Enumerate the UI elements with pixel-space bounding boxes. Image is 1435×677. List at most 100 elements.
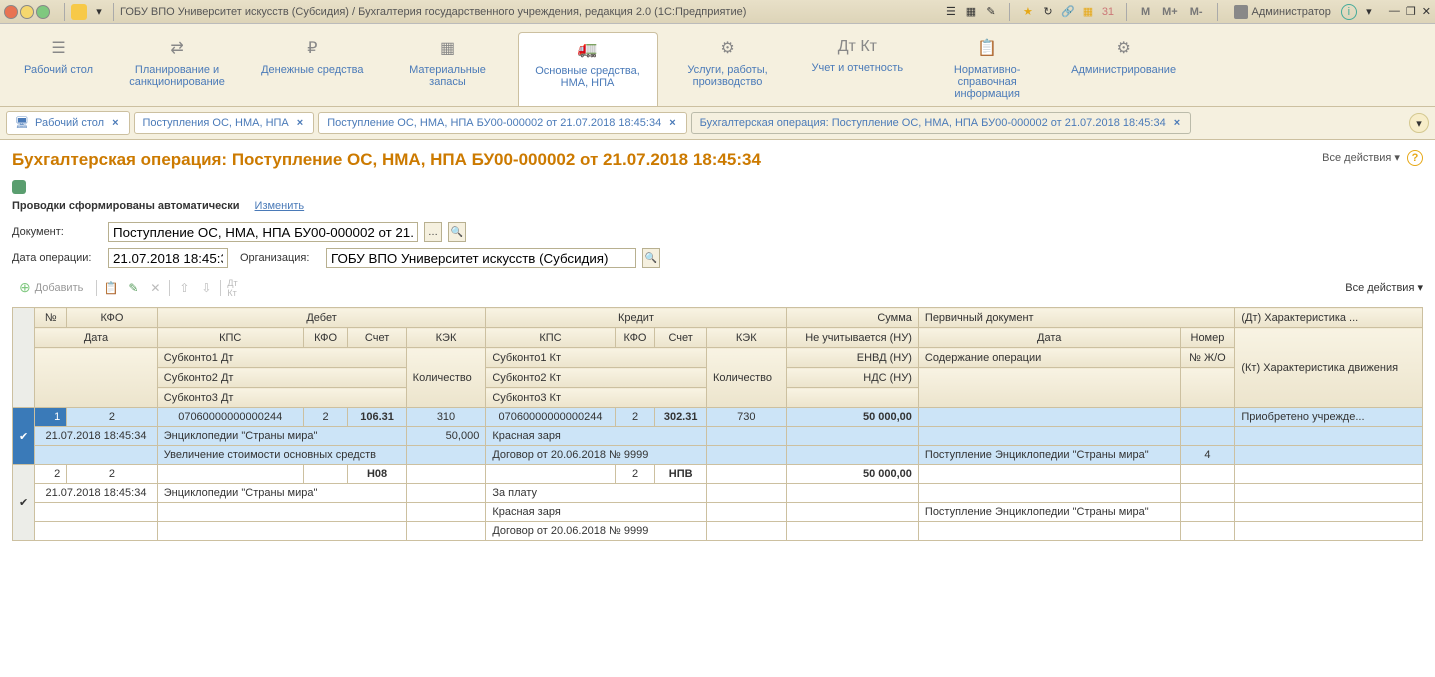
- close-tab-icon[interactable]: ×: [1172, 117, 1182, 129]
- money-icon: ₽: [261, 38, 363, 58]
- dropdown-icon[interactable]: ▾: [1361, 4, 1377, 20]
- ledger-icon: Дт Кт: [812, 38, 904, 56]
- toolbar-icon[interactable]: ▦: [963, 4, 979, 20]
- dtkt-icon[interactable]: Дт Кт: [227, 280, 243, 296]
- table-row[interactable]: Увеличение стоимости основных средств До…: [13, 446, 1423, 465]
- entries-grid[interactable]: № КФО Дебет Кредит Сумма Первичный докум…: [12, 307, 1423, 541]
- minimize-window-button[interactable]: [20, 5, 34, 19]
- table-row[interactable]: 21.07.2018 18:45:34 Энциклопедии "Страны…: [13, 427, 1423, 446]
- table-row[interactable]: ✔ 1 2 07060000000000244 2 106.31 310 070…: [13, 408, 1423, 427]
- app-logo-icon: [71, 4, 87, 20]
- minimize-icon[interactable]: —: [1389, 5, 1400, 18]
- boxes-icon: ▦: [392, 38, 504, 58]
- mac-window-controls: [4, 5, 50, 19]
- nav-services[interactable]: ⚙Услуги, работы, производство: [658, 32, 798, 106]
- gear-icon: ⚙: [1071, 38, 1176, 58]
- tab-bar: 🖥 Рабочий стол × Поступления ОС, НМА, НП…: [0, 107, 1435, 140]
- close-tab-icon[interactable]: ×: [667, 117, 677, 129]
- doc-label: Документ:: [12, 226, 102, 238]
- chevron-down-icon: ▾: [1416, 117, 1422, 130]
- window-title: ГОБУ ВПО Университет искусств (Субсидия)…: [120, 6, 943, 18]
- title-bar: ▾ ГОБУ ВПО Университет искусств (Субсиди…: [0, 0, 1435, 24]
- nav-materials[interactable]: ▦Материальные запасы: [378, 32, 518, 106]
- calendar-icon[interactable]: 31: [1100, 4, 1116, 20]
- col-num[interactable]: №: [35, 308, 67, 328]
- delete-icon[interactable]: ✕: [147, 280, 163, 296]
- tab-menu-button[interactable]: ▾: [1409, 113, 1429, 133]
- nav-money[interactable]: ₽Денежные средства: [247, 32, 377, 106]
- close-tab-icon[interactable]: ×: [110, 117, 120, 129]
- tab-receipt-doc[interactable]: Поступление ОС, НМА, НПА БУ00-000002 от …: [318, 112, 686, 134]
- grid-toolbar: ⊕Добавить 📋 ✎ ✕ ⇧ ⇩ Дт Кт Все действия ▾: [12, 276, 1423, 299]
- change-link[interactable]: Изменить: [255, 200, 305, 212]
- org-input[interactable]: [326, 248, 636, 268]
- m-minus-button[interactable]: M-: [1186, 6, 1207, 18]
- schedule-icon: ⇄: [121, 38, 233, 58]
- calculator-icon[interactable]: ▦: [1080, 4, 1096, 20]
- tab-accounting-op[interactable]: Бухгалтерская операция: Поступление ОС, …: [691, 112, 1192, 134]
- status-line: Проводки сформированы автоматически Изме…: [12, 200, 1423, 212]
- col-sum[interactable]: Сумма: [786, 308, 918, 328]
- star-icon[interactable]: ★: [1020, 4, 1036, 20]
- maximize-window-button[interactable]: [36, 5, 50, 19]
- plus-icon: ⊕: [19, 279, 31, 296]
- tab-desktop[interactable]: 🖥 Рабочий стол ×: [6, 111, 130, 135]
- status-text: Проводки сформированы автоматически: [12, 200, 239, 212]
- col-debit[interactable]: Дебет: [157, 308, 486, 328]
- page-title: Бухгалтерская операция: Поступление ОС, …: [12, 150, 1423, 170]
- copy-icon[interactable]: 📋: [103, 280, 119, 296]
- tab-receipts-list[interactable]: Поступления ОС, НМА, НПА ×: [134, 112, 315, 134]
- nav-reference[interactable]: 📋Нормативно-справочная информация: [917, 32, 1057, 106]
- m-plus-button[interactable]: M+: [1158, 6, 1182, 18]
- info-icon[interactable]: i: [1341, 4, 1357, 20]
- edit-icon[interactable]: ✎: [125, 280, 141, 296]
- col-dt-char[interactable]: (Дт) Характеристика ...: [1235, 308, 1423, 328]
- status-icon: [12, 180, 26, 194]
- desktop-icon: 🖥: [15, 116, 29, 130]
- nav-planning[interactable]: ⇄Планирование и санкционирование: [107, 32, 247, 106]
- book-icon: 📋: [931, 38, 1043, 58]
- lookup-button[interactable]: 🔍: [642, 248, 660, 268]
- all-actions-toolbar[interactable]: Все действия ▾: [1345, 281, 1423, 294]
- m-button[interactable]: M: [1137, 6, 1154, 18]
- content-area: Все действия ▾ ? Бухгалтерская операция:…: [0, 140, 1435, 677]
- date-label: Дата операции:: [12, 252, 102, 264]
- history-icon[interactable]: ↻: [1040, 4, 1056, 20]
- move-down-icon[interactable]: ⇩: [198, 280, 214, 296]
- org-label: Организация:: [240, 252, 320, 264]
- col-primary-doc[interactable]: Первичный документ: [918, 308, 1234, 328]
- table-row[interactable]: 21.07.2018 18:45:34 Энциклопедии "Страны…: [13, 484, 1423, 503]
- nav-accounting[interactable]: Дт КтУчет и отчетность: [798, 32, 918, 106]
- close-tab-icon[interactable]: ×: [295, 117, 305, 129]
- table-row[interactable]: ✔ 2 2 Н08 2 НПВ 50 000,00: [13, 465, 1423, 484]
- table-row[interactable]: Красная заря Поступление Энциклопедии "С…: [13, 503, 1423, 522]
- nav-fixed-assets[interactable]: 🚛Основные средства, НМА, НПА: [518, 32, 658, 106]
- truck-icon: 🚛: [533, 39, 643, 59]
- date-input[interactable]: [108, 248, 228, 268]
- close-icon[interactable]: ✕: [1422, 5, 1431, 18]
- dropdown-icon[interactable]: ▾: [91, 4, 107, 20]
- link-icon[interactable]: 🔗: [1060, 4, 1076, 20]
- col-kfo[interactable]: КФО: [67, 308, 158, 328]
- ellipsis-button[interactable]: …: [424, 222, 442, 242]
- all-actions-top[interactable]: Все действия ▾ ?: [1322, 150, 1423, 166]
- titlebar-toolbar: ☰ ▦ ✎ ★ ↻ 🔗 ▦ 31 M M+ M- Администратор i…: [943, 3, 1431, 21]
- menu-icon: ☰: [24, 38, 93, 58]
- table-row[interactable]: Договор от 20.06.2018 № 9999: [13, 522, 1423, 541]
- user-label[interactable]: Администратор: [1234, 5, 1331, 19]
- toolbar-icon[interactable]: ✎: [983, 4, 999, 20]
- main-navigation: ☰Рабочий стол ⇄Планирование и санкционир…: [0, 24, 1435, 107]
- col-credit[interactable]: Кредит: [486, 308, 786, 328]
- sliders-icon: ⚙: [672, 38, 784, 58]
- add-button[interactable]: ⊕Добавить: [12, 276, 90, 299]
- help-icon[interactable]: ?: [1407, 150, 1423, 166]
- restore-icon[interactable]: ❐: [1406, 5, 1416, 18]
- toolbar-icon[interactable]: ☰: [943, 4, 959, 20]
- close-window-button[interactable]: [4, 5, 18, 19]
- move-up-icon[interactable]: ⇧: [176, 280, 192, 296]
- doc-input[interactable]: [108, 222, 418, 242]
- nav-admin[interactable]: ⚙Администрирование: [1057, 32, 1190, 106]
- lookup-button[interactable]: 🔍: [448, 222, 466, 242]
- user-icon: [1234, 5, 1248, 19]
- nav-desktop[interactable]: ☰Рабочий стол: [10, 32, 107, 106]
